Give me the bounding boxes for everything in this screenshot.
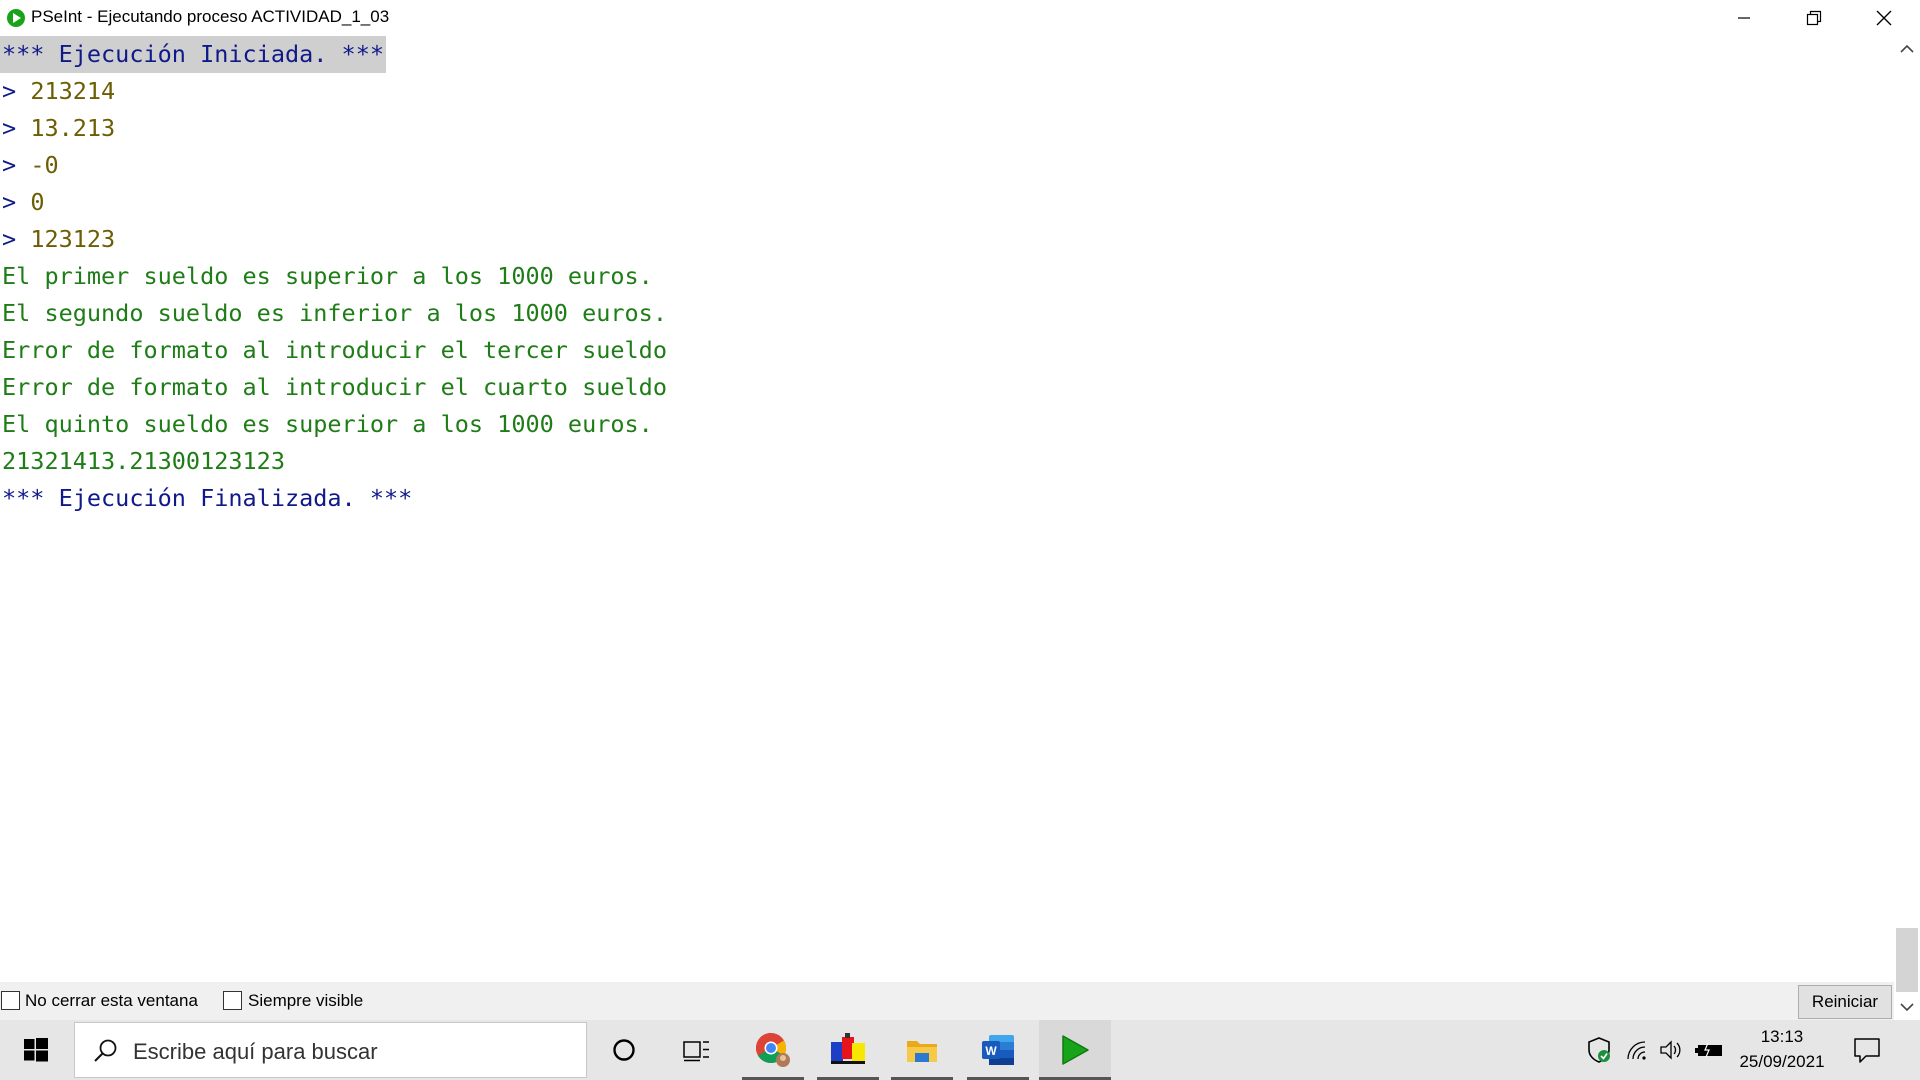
scroll-down-button[interactable] [1894,994,1920,1020]
scroll-thumb[interactable] [1896,928,1918,992]
prompt-symbol: > [2,188,17,216]
input-value: 123123 [30,225,116,253]
restore-button[interactable] [1779,0,1849,36]
input-line: > 213214 [2,73,115,110]
wifi-icon [1627,1041,1646,1060]
clock-time[interactable]: 13:13 [1734,1027,1830,1047]
pseint-play-icon [7,9,25,27]
cortana-icon [613,1039,635,1061]
console-output[interactable]: *** Ejecución Iniciada. *** > 213214 > 1… [0,36,1894,982]
svg-text:W: W [985,1044,997,1058]
siempre-visible-label[interactable]: Siempre visible [248,991,363,1011]
task-view-icon [683,1041,709,1062]
output-line: El segundo sueldo es inferior a los 1000… [2,299,667,327]
minimize-button[interactable] [1709,0,1779,36]
close-button[interactable] [1849,0,1919,36]
output-line: Error de formato al introducir el tercer… [2,336,667,364]
input-line: > -0 [2,147,59,184]
siempre-visible-checkbox[interactable] [223,991,242,1010]
output-line: El quinto sueldo es superior a los 1000 … [2,410,653,438]
prompt-symbol: > [2,151,17,179]
battery-icon [1695,1042,1722,1058]
chevron-down-icon [1900,1003,1914,1012]
search-placeholder: Escribe aquí para buscar [133,1039,378,1064]
windows-logo-icon [24,1038,48,1062]
pseint-icon [1062,1035,1089,1065]
input-value: 13.213 [30,114,116,142]
execution-started-line: *** Ejecución Iniciada. *** [0,36,387,73]
file-explorer-taskbar-button[interactable] [891,1020,953,1080]
colored-blocks-app-icon [831,1033,865,1064]
notifications-icon[interactable] [1852,1035,1882,1065]
chevron-up-icon [1900,44,1914,53]
defender-tray-button[interactable] [1586,1037,1612,1063]
vertical-scrollbar[interactable] [1894,36,1920,1020]
input-line: > 0 [2,184,44,221]
input-line: > 123123 [2,221,115,258]
clock-date[interactable]: 25/09/2021 [1734,1052,1830,1072]
battery-tray-button[interactable] [1694,1037,1724,1063]
defender-shield-icon [1588,1037,1610,1063]
wifi-tray-button[interactable] [1624,1037,1650,1063]
input-value: 213214 [30,77,116,105]
execution-finished-line: *** Ejecución Finalizada. *** [2,484,413,512]
task-view-button[interactable] [665,1020,727,1080]
prompt-symbol: > [2,77,17,105]
window-title: PSeInt - Ejecutando proceso ACTIVIDAD_1_… [31,7,390,26]
input-value: -0 [30,151,59,179]
close-icon [1876,10,1892,26]
volume-icon [1660,1040,1681,1060]
word-icon: W [982,1035,1014,1065]
word-taskbar-button[interactable]: W [967,1020,1029,1080]
input-value: 0 [30,188,45,216]
output-line: 21321413.21300123123 [2,447,285,475]
taskbar-search-box[interactable]: Escribe aquí para buscar [74,1022,587,1078]
prompt-symbol: > [2,114,17,142]
title-bar: PSeInt - Ejecutando proceso ACTIVIDAD_1_… [0,0,1920,36]
chrome-icon [755,1033,790,1067]
file-explorer-icon [907,1041,937,1062]
chrome-taskbar-button[interactable] [742,1020,804,1080]
options-bar: No cerrar esta ventana Siempre visible R… [0,982,1894,1020]
output-line: El primer sueldo es superior a los 1000 … [2,262,653,290]
output-line: Error de formato al introducir el cuarto… [2,373,667,401]
no-cerrar-checkbox[interactable] [1,991,20,1010]
scroll-up-button[interactable] [1894,36,1920,62]
search-icon [94,1039,117,1062]
prompt-symbol: > [2,225,17,253]
taskbar: Escribe aquí para buscar W 13:13 25/09/2… [0,1020,1920,1080]
pseint-taskbar-button[interactable] [1039,1020,1111,1080]
input-line: > 13.213 [2,110,115,147]
restore-icon [1806,10,1822,26]
minimize-icon [1738,17,1750,19]
reiniciar-button[interactable]: Reiniciar [1798,985,1892,1019]
volume-tray-button[interactable] [1658,1037,1684,1063]
cortana-button[interactable] [593,1020,655,1080]
start-button[interactable] [0,1020,72,1080]
colorful-app-taskbar-button[interactable] [817,1020,879,1080]
no-cerrar-label[interactable]: No cerrar esta ventana [25,991,198,1011]
